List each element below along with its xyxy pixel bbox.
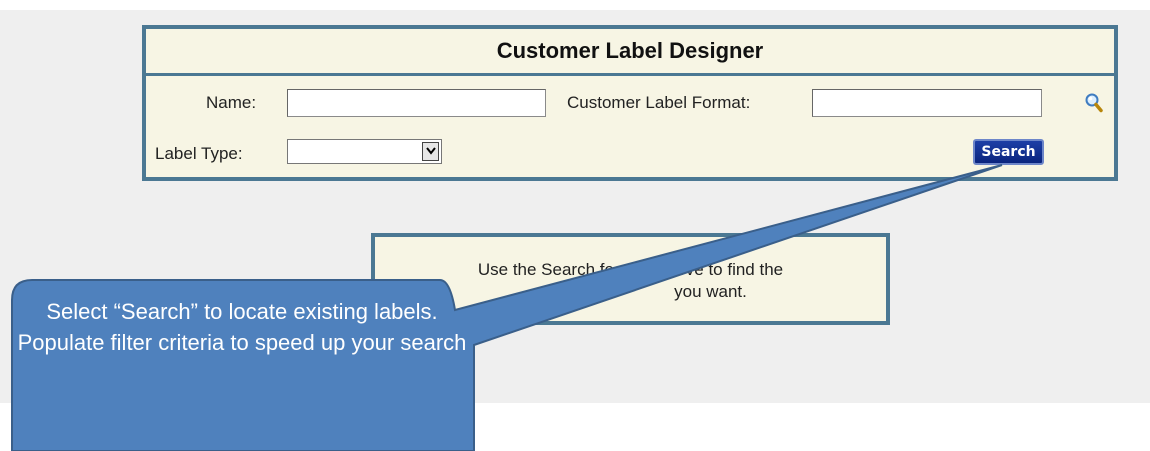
callout-text: Select “Search” to locate existing label… xyxy=(17,299,467,355)
screenshot-canvas: Customer Label Designer Name: Customer L… xyxy=(0,0,1150,451)
callout-shape xyxy=(11,164,1003,451)
